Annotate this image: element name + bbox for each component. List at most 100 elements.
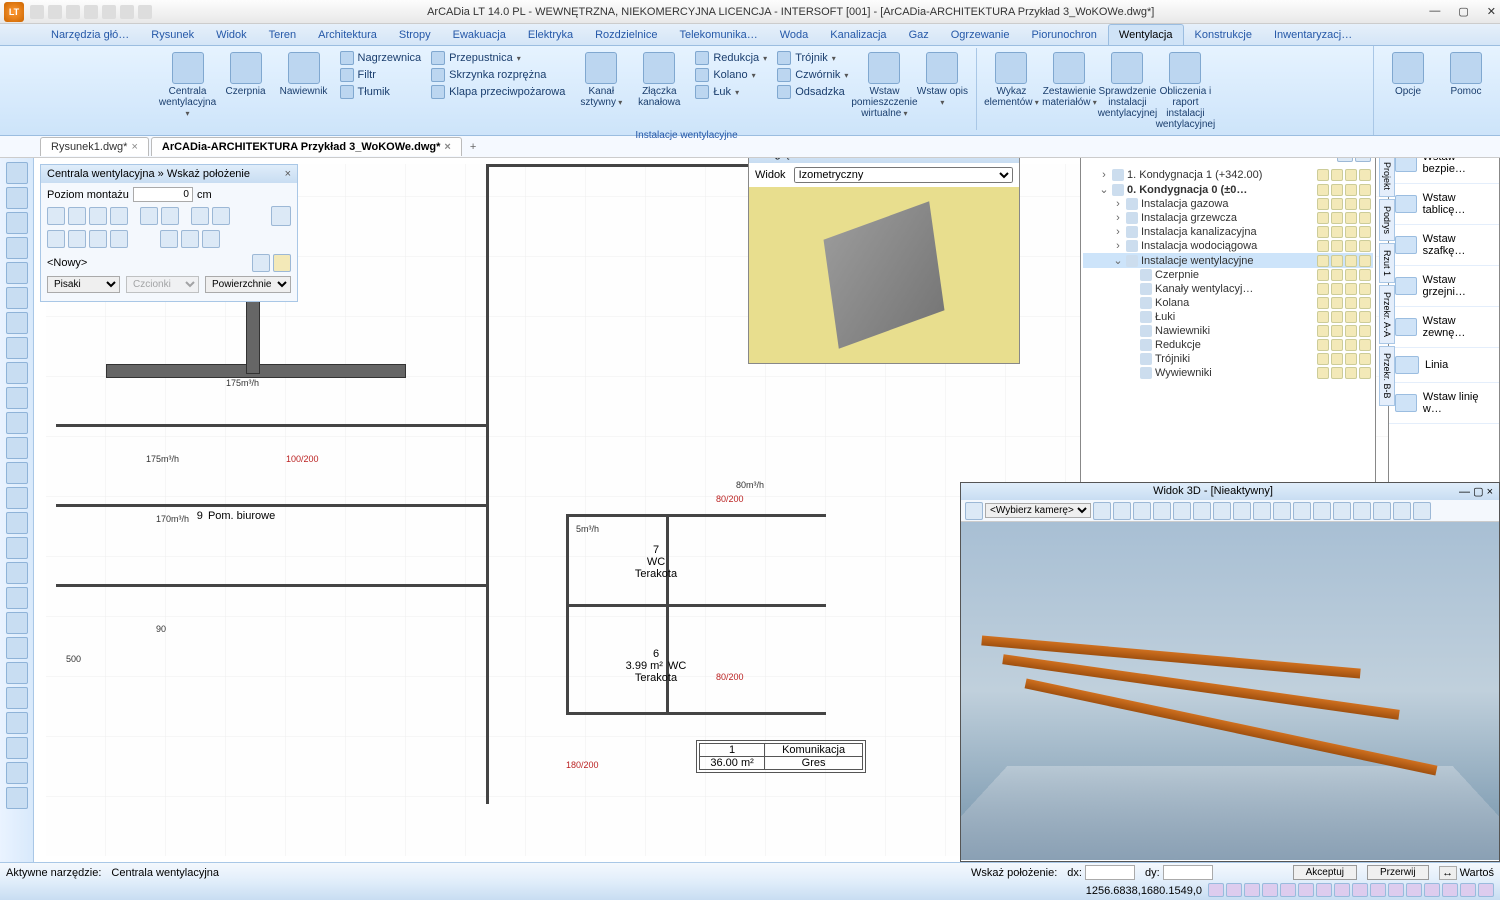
- tree-node[interactable]: ›Instalacja kanalizacyjna: [1083, 225, 1373, 239]
- color-icon[interactable]: [1359, 169, 1371, 181]
- qat-undo-icon[interactable]: [102, 5, 116, 19]
- preview-3d-viewport[interactable]: [749, 187, 1019, 363]
- left-tool-icon[interactable]: [6, 512, 28, 534]
- tree-node[interactable]: Redukcje: [1083, 338, 1373, 352]
- left-tool-icon[interactable]: [6, 287, 28, 309]
- align-icon[interactable]: [89, 207, 107, 225]
- snap-icon[interactable]: [1280, 883, 1296, 897]
- document-tab[interactable]: Rysunek1.dwg*×: [40, 137, 149, 156]
- left-tool-icon[interactable]: [6, 762, 28, 784]
- color-icon[interactable]: [1359, 184, 1371, 196]
- bulb-icon[interactable]: [1317, 283, 1329, 295]
- qat-redo-icon[interactable]: [120, 5, 134, 19]
- left-tool-icon[interactable]: [6, 212, 28, 234]
- ribbon-tab[interactable]: Teren: [258, 24, 308, 45]
- smart-item[interactable]: Wstaw szafkę…: [1389, 225, 1499, 266]
- color-icon[interactable]: [1359, 198, 1371, 210]
- snap-icon[interactable]: [1334, 883, 1350, 897]
- ribbon-tab[interactable]: Elektryka: [517, 24, 584, 45]
- ribbon-small-button[interactable]: Czwórnik: [775, 67, 850, 83]
- print-icon[interactable]: [1345, 297, 1357, 309]
- tool-icon[interactable]: [1213, 502, 1231, 520]
- ribbon-button[interactable]: Obliczenia i raport instalacji wentylacy…: [1157, 48, 1213, 130]
- smart-item[interactable]: Wstaw tablicę…: [1389, 184, 1499, 225]
- tool-icon[interactable]: [181, 230, 199, 248]
- align-icon[interactable]: [110, 207, 128, 225]
- side-tab[interactable]: Podrys: [1379, 199, 1395, 241]
- cancel-button[interactable]: Przerwij: [1367, 865, 1429, 880]
- print-icon[interactable]: [1345, 283, 1357, 295]
- left-tool-icon[interactable]: [6, 412, 28, 434]
- snap-icon[interactable]: [1442, 883, 1458, 897]
- left-tool-icon[interactable]: [6, 637, 28, 659]
- ribbon-tab[interactable]: Ewakuacja: [442, 24, 517, 45]
- gear-icon[interactable]: [271, 206, 291, 226]
- ribbon-button[interactable]: Zestawienie materiałów: [1041, 48, 1097, 130]
- tool-icon[interactable]: [1113, 502, 1131, 520]
- color-icon[interactable]: [1359, 226, 1371, 238]
- ribbon-small-button[interactable]: Tłumik: [338, 84, 424, 100]
- color-icon[interactable]: [1359, 297, 1371, 309]
- print-icon[interactable]: [1345, 169, 1357, 181]
- ribbon-small-button[interactable]: Klapa przeciwpożarowa: [429, 84, 567, 100]
- print-icon[interactable]: [1345, 311, 1357, 323]
- tool-icon[interactable]: [1353, 502, 1371, 520]
- maximize-icon[interactable]: ▢: [1473, 486, 1483, 498]
- print-icon[interactable]: [1345, 226, 1357, 238]
- ref-icon[interactable]: [140, 207, 158, 225]
- close-tab-icon[interactable]: ×: [444, 141, 450, 153]
- bulb-icon[interactable]: [1317, 226, 1329, 238]
- print-icon[interactable]: [1345, 240, 1357, 252]
- bulb-icon[interactable]: [1317, 169, 1329, 181]
- lock-icon[interactable]: [1331, 325, 1343, 337]
- fonts-select[interactable]: Czcionki: [126, 276, 199, 293]
- snap-icon[interactable]: [1352, 883, 1368, 897]
- bulb-icon[interactable]: [1317, 184, 1329, 196]
- print-icon[interactable]: [1345, 339, 1357, 351]
- ribbon-button[interactable]: Złączka kanałowa: [631, 48, 687, 130]
- tool-icon[interactable]: [1153, 502, 1171, 520]
- color-icon[interactable]: [1359, 269, 1371, 281]
- snap-icon[interactable]: [1316, 883, 1332, 897]
- left-tool-icon[interactable]: [6, 237, 28, 259]
- ribbon-button[interactable]: Czerpnia: [218, 48, 274, 130]
- tree-node[interactable]: Wywiewniki: [1083, 366, 1373, 380]
- accept-button[interactable]: Akceptuj: [1293, 865, 1357, 880]
- tree-node[interactable]: Kolana: [1083, 296, 1373, 310]
- tool-icon[interactable]: [160, 230, 178, 248]
- lock-icon[interactable]: [1331, 297, 1343, 309]
- tool-icon[interactable]: [1393, 502, 1411, 520]
- print-icon[interactable]: [1345, 269, 1357, 281]
- tool-icon[interactable]: [191, 207, 209, 225]
- lock-icon[interactable]: [1331, 226, 1343, 238]
- bulb-icon[interactable]: [1317, 297, 1329, 309]
- side-tab[interactable]: Przekr. B-B: [1379, 346, 1395, 406]
- snap-icon[interactable]: [1370, 883, 1386, 897]
- print-icon[interactable]: [1345, 255, 1357, 267]
- lock-icon[interactable]: [1331, 339, 1343, 351]
- new-tab-button[interactable]: +: [464, 139, 482, 155]
- ribbon-button[interactable]: Opcje: [1380, 48, 1436, 133]
- print-icon[interactable]: [1345, 212, 1357, 224]
- left-tool-icon[interactable]: [6, 587, 28, 609]
- qat-print-icon[interactable]: [84, 5, 98, 19]
- ribbon-tab[interactable]: Ogrzewanie: [940, 24, 1021, 45]
- ribbon-small-button[interactable]: Odsadzka: [775, 84, 850, 100]
- ribbon-small-button[interactable]: Trójnik: [775, 50, 850, 66]
- pens-select[interactable]: Pisaki: [47, 276, 120, 293]
- tree-node[interactable]: Trójniki: [1083, 352, 1373, 366]
- smart-item[interactable]: Wstaw zewnę…: [1389, 307, 1499, 348]
- ribbon-tab[interactable]: Architektura: [307, 24, 388, 45]
- preview-view-select[interactable]: Izometryczny: [794, 167, 1013, 183]
- tool-icon[interactable]: [202, 230, 220, 248]
- ribbon-small-button[interactable]: Przepustnica: [429, 50, 567, 66]
- ribbon-button[interactable]: Pomoc: [1438, 48, 1494, 133]
- tree-node[interactable]: ⌄0. Kondygnacja 0 (±0…: [1083, 182, 1373, 197]
- bulb-icon[interactable]: [1317, 240, 1329, 252]
- left-tool-icon[interactable]: [6, 312, 28, 334]
- ribbon-tab[interactable]: Inwentaryzacj…: [1263, 24, 1363, 45]
- tool-icon[interactable]: [1233, 502, 1251, 520]
- dx-input[interactable]: [1085, 865, 1135, 880]
- bulb-icon[interactable]: [1317, 339, 1329, 351]
- left-tool-icon[interactable]: [6, 712, 28, 734]
